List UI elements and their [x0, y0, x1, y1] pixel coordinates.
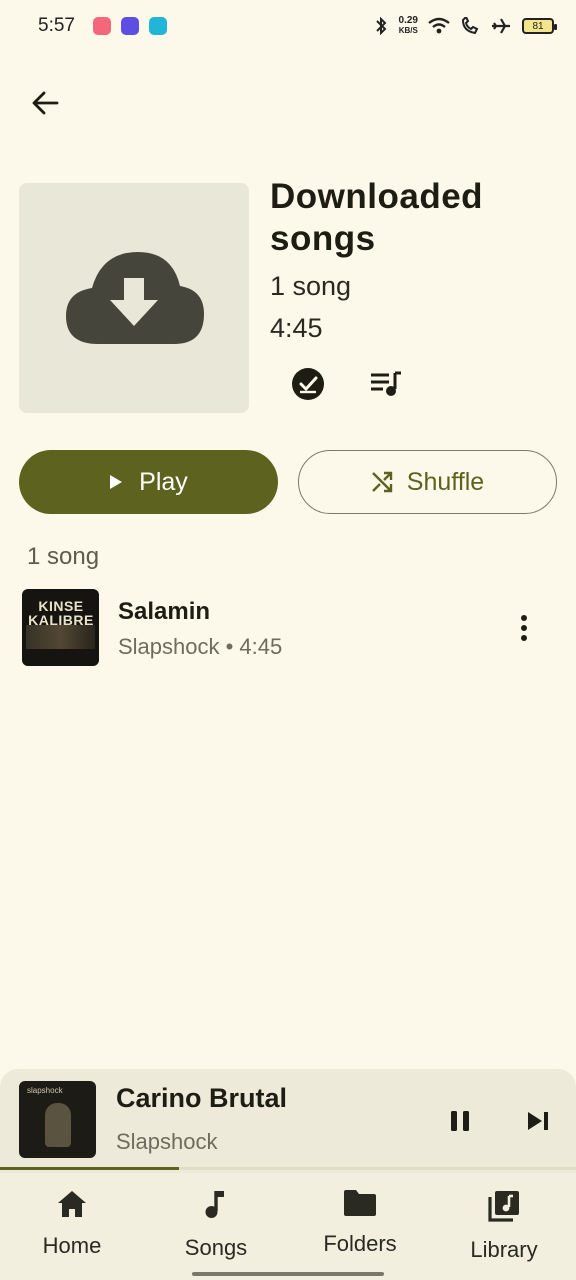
song-title: Salamin — [118, 598, 211, 625]
song-artwork: KINSE KALIBRE — [22, 589, 99, 666]
header-actions — [270, 364, 406, 404]
pause-button[interactable] — [440, 1101, 480, 1141]
song-artwork-lettering: KINSE KALIBRE — [28, 598, 94, 628]
playlist-info: Downloaded songs 1 song 4:45 — [270, 176, 560, 344]
song-subtitle: Slapshock • 4:45 — [118, 634, 283, 659]
status-bar: 5:57 0.29 KB/S 81 — [0, 0, 576, 52]
bottom-navigation: Home Songs Folders Library — [0, 1173, 576, 1280]
battery-level: 81 — [532, 20, 544, 32]
list-section-count: 1 song — [27, 543, 100, 570]
skip-next-icon — [528, 1112, 548, 1130]
nav-songs-label: Songs — [184, 1235, 248, 1260]
wifi-calling-icon — [461, 17, 479, 35]
wifi-icon — [428, 17, 450, 34]
nav-library-label: Library — [470, 1237, 538, 1262]
mini-player-artwork: slapshock — [19, 1081, 96, 1158]
status-icons: 0.29 KB/S 81 — [373, 16, 557, 36]
shuffle-icon — [371, 471, 392, 493]
more-vert-icon — [521, 615, 527, 641]
network-speed: 0.29 KB/S — [399, 16, 418, 36]
cloud-app-notification-icon — [120, 17, 139, 35]
play-icon — [110, 475, 123, 489]
network-speed-value: 0.29 — [398, 15, 418, 26]
gesture-navigation-bar[interactable] — [192, 1272, 384, 1276]
playback-progress-fill — [0, 1167, 179, 1170]
play-label: Play — [139, 467, 188, 496]
nav-folders-label: Folders — [323, 1231, 397, 1256]
nav-folders[interactable]: Folders — [288, 1173, 432, 1280]
shuffle-button[interactable]: Shuffle — [298, 450, 557, 514]
folder-icon — [344, 1190, 376, 1216]
song-row[interactable]: KINSE KALIBRE Salamin Slapshock • 4:45 — [0, 582, 576, 674]
battery-indicator: 81 — [522, 18, 557, 34]
total-duration: 4:45 — [270, 313, 323, 343]
arrow-back-icon — [32, 91, 59, 115]
airplane-mode-icon — [492, 18, 510, 34]
nav-library[interactable]: Library — [432, 1173, 576, 1280]
song-count: 1 song — [270, 271, 352, 301]
mini-player-title: Carino Brutal — [116, 1083, 288, 1113]
mini-player-artist: Slapshock — [116, 1129, 218, 1154]
check-circle-icon — [292, 368, 324, 400]
nav-home-label: Home — [42, 1233, 102, 1258]
shuffle-label: Shuffle — [406, 467, 485, 496]
library-music-icon — [488, 1191, 519, 1222]
play-button[interactable]: Play — [19, 450, 278, 514]
home-icon — [58, 1191, 86, 1217]
playback-progress — [0, 1167, 576, 1170]
select-all-button[interactable] — [288, 364, 328, 404]
music-app-notification-icon — [92, 17, 111, 35]
playlist-artwork — [19, 183, 249, 413]
nav-songs[interactable]: Songs — [144, 1173, 288, 1280]
nav-home[interactable]: Home — [0, 1173, 144, 1280]
skip-next-button[interactable] — [518, 1101, 558, 1141]
bluetooth-icon — [375, 17, 386, 35]
shopping-app-notification-icon — [148, 17, 167, 35]
cloud-download-icon — [66, 252, 204, 344]
song-more-button[interactable] — [504, 608, 544, 648]
page-title: Downloaded songs — [270, 177, 484, 258]
mini-player[interactable]: slapshock Carino Brutal Slapshock — [0, 1069, 576, 1173]
queue-music-icon — [371, 371, 401, 396]
mini-player-artwork-lettering: slapshock — [27, 1086, 63, 1095]
back-button[interactable] — [24, 82, 66, 124]
status-time: 5:57 — [38, 15, 75, 36]
network-speed-unit: KB/S — [398, 26, 418, 35]
music-note-icon — [205, 1191, 224, 1218]
add-to-queue-button[interactable] — [366, 364, 406, 404]
pause-icon — [451, 1111, 469, 1131]
